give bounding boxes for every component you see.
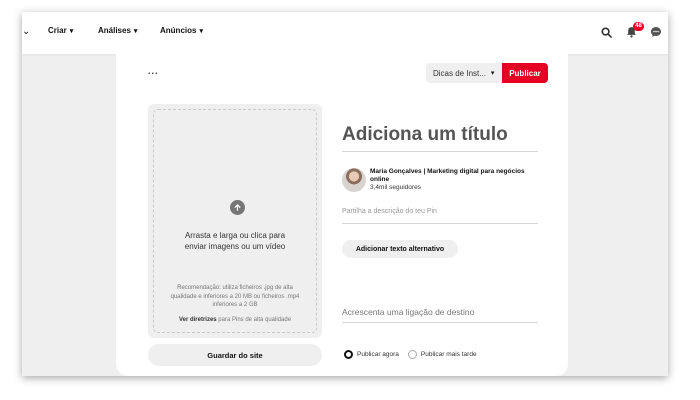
follower-count: 3,4mil seguidores xyxy=(370,184,421,191)
chevron-down-icon: ▾ xyxy=(133,27,138,35)
nav-label: Criar xyxy=(48,26,67,35)
nav-analises[interactable]: Análises ▾ xyxy=(98,26,137,35)
messages-icon[interactable] xyxy=(648,24,664,40)
guidelines-text: Ver diretrizes para Pins de alta qualida… xyxy=(154,317,316,323)
board-select[interactable]: Dicas de Inst... ▾ xyxy=(426,63,502,83)
publish-now-label[interactable]: Publicar agora xyxy=(357,351,399,358)
upload-dropzone[interactable]: Arrasta e larga ou clica para enviar ima… xyxy=(148,104,322,338)
chevron-down-icon: ▾ xyxy=(199,27,203,35)
author-name: Maria Gonçalves | Marketing digital para… xyxy=(370,168,525,183)
guidelines-link[interactable]: Ver diretrizes xyxy=(179,317,217,323)
board-select-label: Dicas de Inst... xyxy=(433,68,486,78)
nav-criar[interactable]: Criar ▾ xyxy=(48,26,73,35)
more-options-button[interactable]: ... xyxy=(148,66,159,76)
notification-badge: 48 xyxy=(633,22,644,31)
upload-dashed-area[interactable]: Arrasta e larga ou clica para enviar ima… xyxy=(153,109,317,333)
nav-label: Análises xyxy=(98,26,131,35)
chevron-down-icon: ▾ xyxy=(490,70,495,77)
nav-anuncios[interactable]: Anúncios ▾ xyxy=(160,26,203,35)
publish-now-radio[interactable] xyxy=(344,350,353,359)
avatar xyxy=(342,168,366,192)
publish-button[interactable]: Publicar xyxy=(502,63,548,83)
nav-label: Anúncios xyxy=(160,26,197,35)
search-icon[interactable] xyxy=(598,24,614,40)
chevron-down-icon: ▾ xyxy=(69,27,74,35)
chevron-down-icon[interactable]: ⌄ xyxy=(22,26,30,37)
publish-later-radio[interactable] xyxy=(407,350,417,359)
destination-link-input[interactable]: Acrescenta uma ligação de destino xyxy=(342,307,538,323)
description-input[interactable]: Partilha a descrição do teu Pin xyxy=(342,208,538,224)
guidelines-suffix: para Pins de alta qualidade xyxy=(216,317,292,323)
upload-arrow-icon xyxy=(230,200,245,215)
top-navigation: ⌄ Criar ▾ Análises ▾ Anúncios ▾ 48 xyxy=(22,12,668,54)
app-window: ⌄ Criar ▾ Análises ▾ Anúncios ▾ 48 ... D… xyxy=(22,12,668,376)
publish-timing-options: Publicar agora Publicar mais tarde xyxy=(344,350,486,359)
upload-recommendation: Recomendação: utiliza ficheiros .jpg de … xyxy=(170,285,300,308)
publish-later-label[interactable]: Publicar mais tarde xyxy=(421,351,477,358)
add-alt-text-button[interactable]: Adicionar texto alternativo xyxy=(342,240,458,258)
pin-builder-card: ... Dicas de Inst... ▾ Publicar Arrasta … xyxy=(116,54,568,376)
upload-instructions: Arrasta e larga ou clica para enviar ima… xyxy=(184,231,286,251)
save-from-site-button[interactable]: Guardar do site xyxy=(148,344,322,366)
author-info: Maria Gonçalves | Marketing digital para… xyxy=(342,168,538,198)
title-input[interactable]: Adiciona um título xyxy=(342,124,538,152)
